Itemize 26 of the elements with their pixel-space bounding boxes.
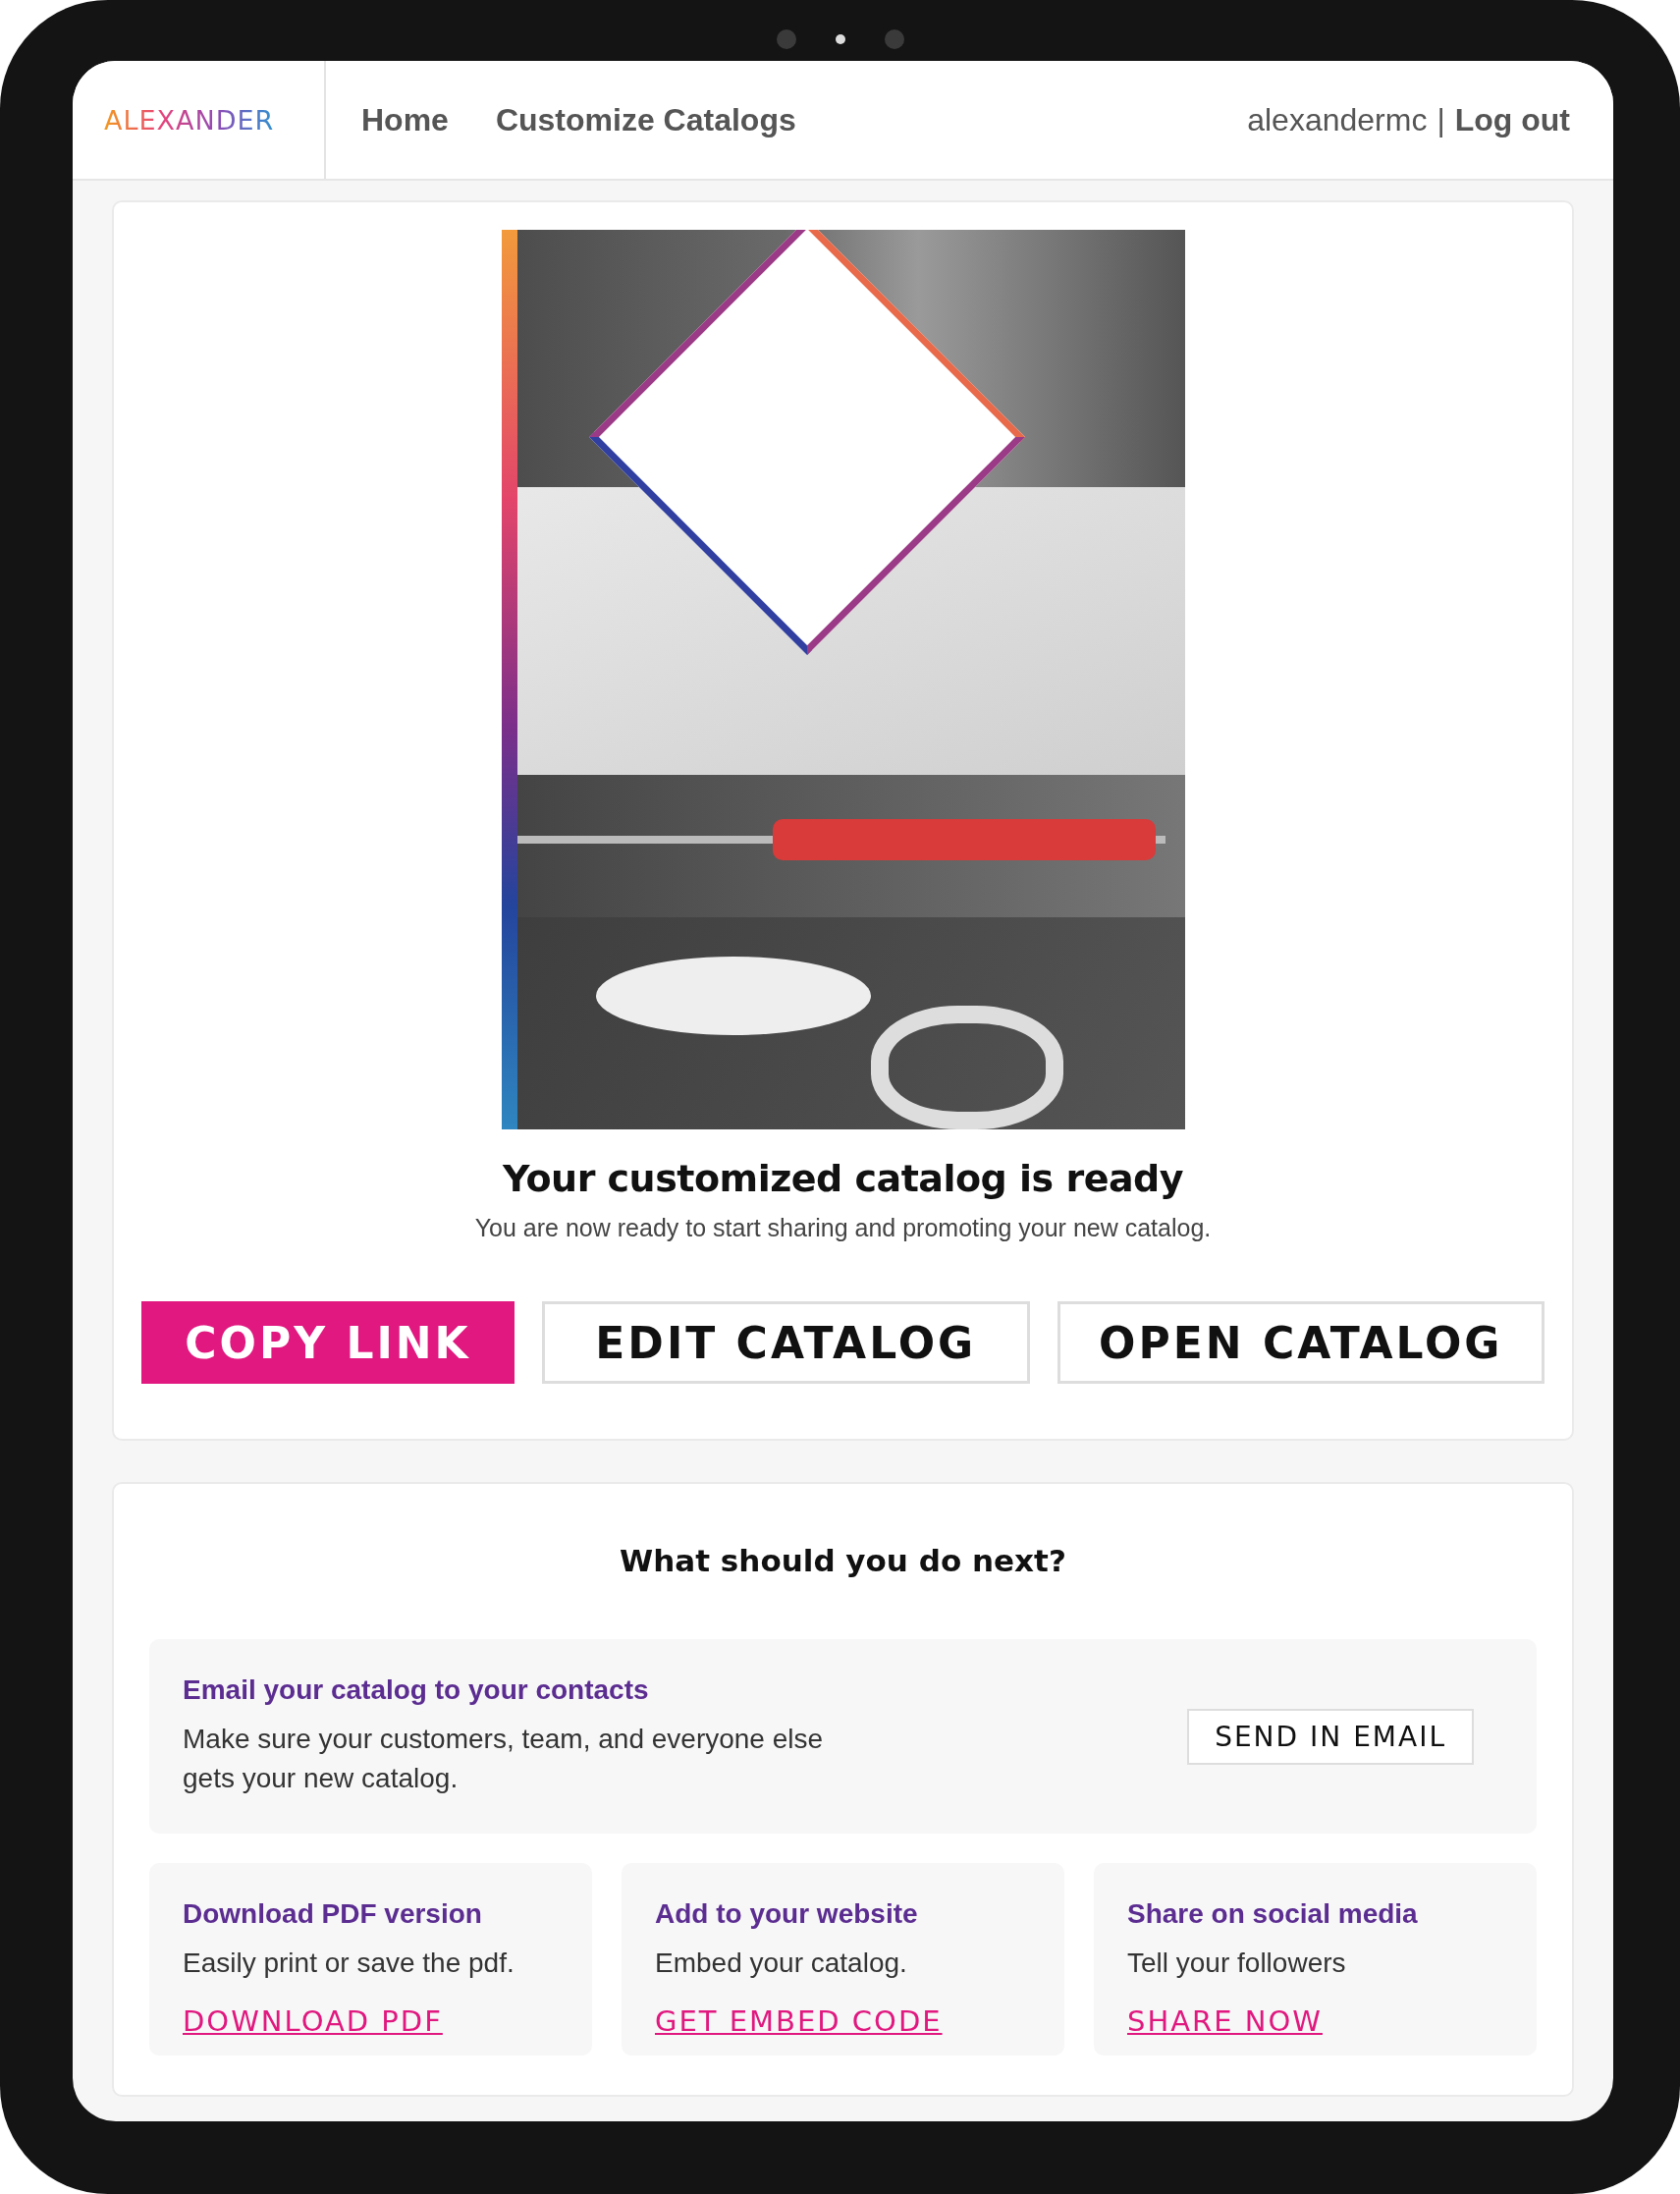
action-button[interactable]: COPY LINK <box>141 1301 515 1384</box>
ready-heading: Your customized catalog is ready <box>502 1157 1184 1200</box>
panel-title: Add to your website <box>655 1898 919 1930</box>
option-link[interactable]: DOWNLOAD PDF <box>183 2004 443 2038</box>
sensor-icon <box>884 29 904 49</box>
next-steps-heading: What should you do next? <box>620 1543 1066 1578</box>
panel-title: Share on social media <box>1127 1898 1419 1930</box>
panel-text: Easily print or save the pdf. <box>183 1947 515 1980</box>
username: alexandermc <box>1247 101 1428 138</box>
panel-text: Embed your catalog. <box>655 1947 908 1980</box>
ready-subtitle: You are now ready to start sharing and promoting your new catalog. <box>474 1214 1212 1242</box>
send-email-button[interactable]: SEND IN EMAIL <box>1187 1708 1474 1765</box>
panel-text: Tell your followers <box>1127 1947 1347 1980</box>
panel-title: Download PDF version <box>183 1898 483 1930</box>
action-button[interactable]: EDIT CATALOG <box>542 1301 1030 1384</box>
nav-link[interactable]: Home <box>361 101 449 138</box>
panel-title: Email your catalog to your contacts <box>183 1674 650 1706</box>
option-link[interactable]: GET EMBED CODE <box>655 2004 943 2038</box>
action-button[interactable]: OPEN CATALOG <box>1057 1301 1545 1384</box>
camera-lens-icon <box>776 29 796 49</box>
nav-link[interactable]: Customize Catalogs <box>495 101 796 138</box>
logout-link[interactable]: Log out <box>1454 101 1570 138</box>
separator: | <box>1436 101 1445 138</box>
option-link[interactable]: SHARE NOW <box>1127 2004 1323 2038</box>
camera-icon <box>835 34 845 44</box>
panel-text: Make sure your customers, team, and everyone else gets your new catalog. <box>183 1723 825 1795</box>
